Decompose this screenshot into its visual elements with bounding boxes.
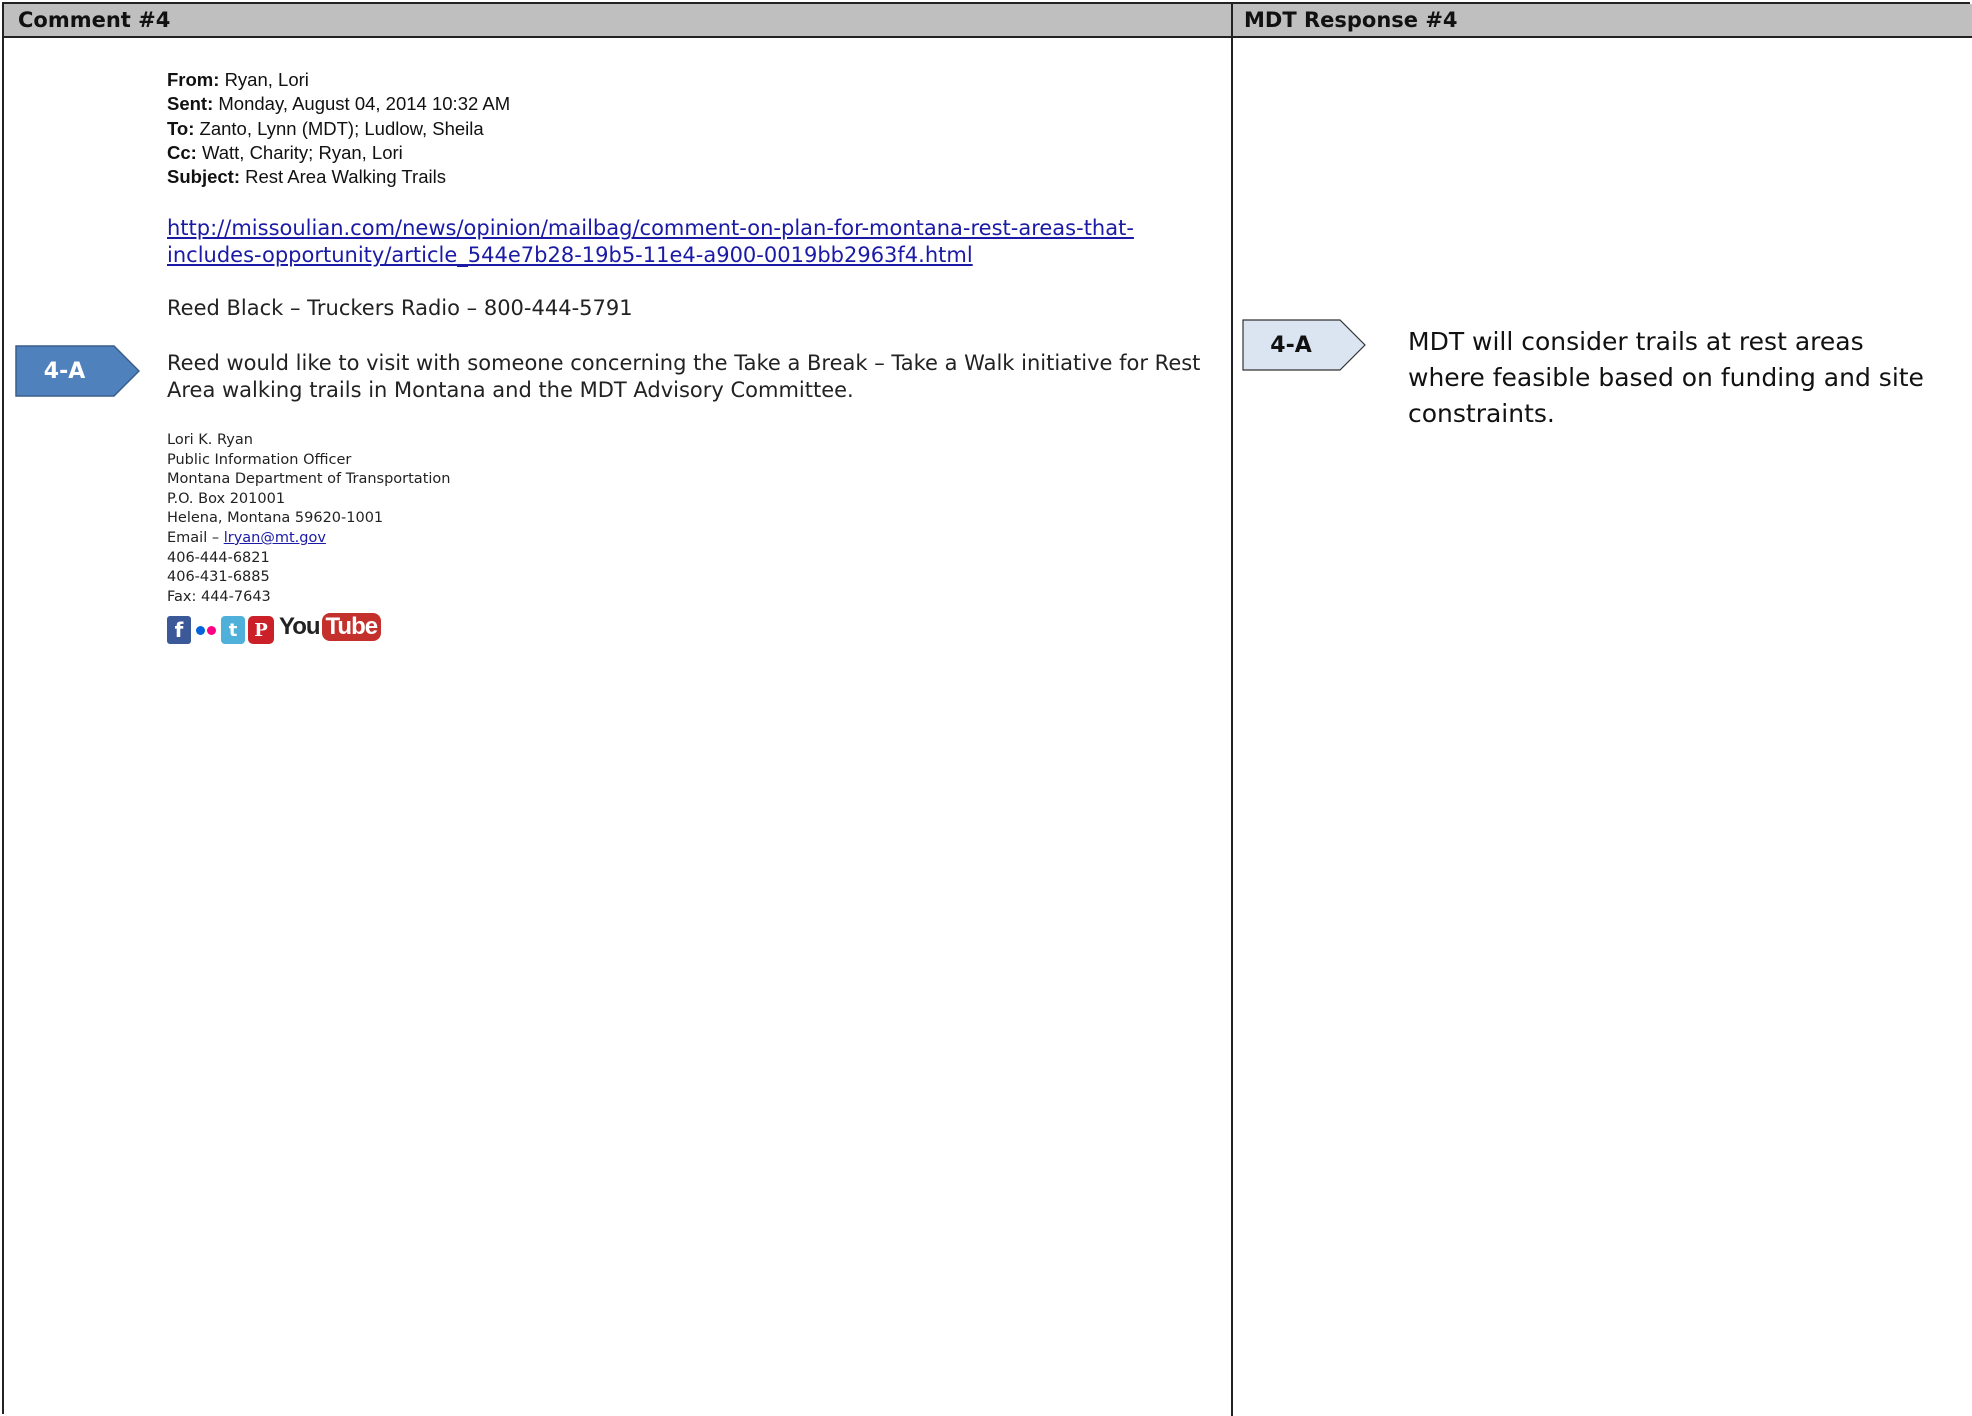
signature-phone-1: 406-444-6821 — [167, 549, 270, 566]
signature-po-box: P.O. Box 201001 — [167, 490, 286, 507]
pinterest-icon[interactable]: P — [248, 616, 274, 644]
comment-tag: 4-A — [15, 345, 140, 397]
signature-email: Email – lryan@mt.gov — [167, 529, 326, 546]
signature-fax: Fax: 444-7643 — [167, 588, 271, 605]
social-icons-row: f t P You Tube — [167, 610, 382, 644]
signature-department: Montana Department of Transportation — [167, 471, 451, 488]
email-subject: Subject: Rest Area Walking Trails — [167, 166, 446, 188]
signature-phone-2: 406-431-6885 — [167, 569, 270, 586]
email-to: To: Zanto, Lynn (MDT); Ludlow, Sheila — [167, 117, 484, 139]
twitter-icon[interactable]: t — [221, 616, 245, 644]
youtube-icon[interactable]: You Tube — [279, 610, 382, 644]
article-link[interactable]: http://missoulian.com/news/opinion/mailb… — [167, 215, 1227, 269]
response-tag: 4-A — [1242, 319, 1366, 371]
email-header: From: Ryan, Lori Sent: Monday, August 04… — [167, 68, 510, 189]
column-divider — [1231, 4, 1233, 1416]
signature-name: Lori K. Ryan — [167, 432, 253, 448]
contact-line: Reed Black – Truckers Radio – 800-444-57… — [167, 296, 633, 320]
email-body-paragraph: Reed would like to visit with someone co… — [167, 351, 1201, 402]
response-header: MDT Response #4 — [1244, 8, 1458, 32]
comment-response-table: Comment #4 MDT Response #4 — [2, 2, 1972, 1416]
signature-title: Public Information Officer — [167, 451, 352, 468]
comment-tag-label: 4-A — [43, 358, 86, 384]
flickr-icon[interactable] — [194, 616, 218, 644]
signature-email-link[interactable]: lryan@mt.gov — [224, 530, 326, 546]
response-tag-label: 4-A — [1270, 332, 1312, 358]
email-cc: Cc: Watt, Charity; Ryan, Lori — [167, 141, 403, 163]
article-link-line-2[interactable]: includes-opportunity/article_544e7b28-19… — [167, 242, 1227, 269]
article-link-line-1[interactable]: http://missoulian.com/news/opinion/mailb… — [167, 215, 1227, 242]
youtube-logo-you: You — [279, 613, 321, 640]
email-from: From: Ryan, Lori — [167, 69, 309, 90]
email-signature: Lori K. Ryan Public Information Officer … — [167, 431, 450, 607]
youtube-logo-tube: Tube — [321, 613, 382, 641]
table-header-row: Comment #4 MDT Response #4 — [4, 4, 1972, 38]
signature-city: Helena, Montana 59620-1001 — [167, 510, 384, 527]
facebook-icon[interactable]: f — [167, 616, 191, 644]
email-sent: Sent: Monday, August 04, 2014 10:32 AM — [167, 93, 511, 115]
response-text: MDT will consider trails at rest areas w… — [1408, 327, 1924, 428]
comment-header: Comment #4 — [18, 8, 171, 32]
